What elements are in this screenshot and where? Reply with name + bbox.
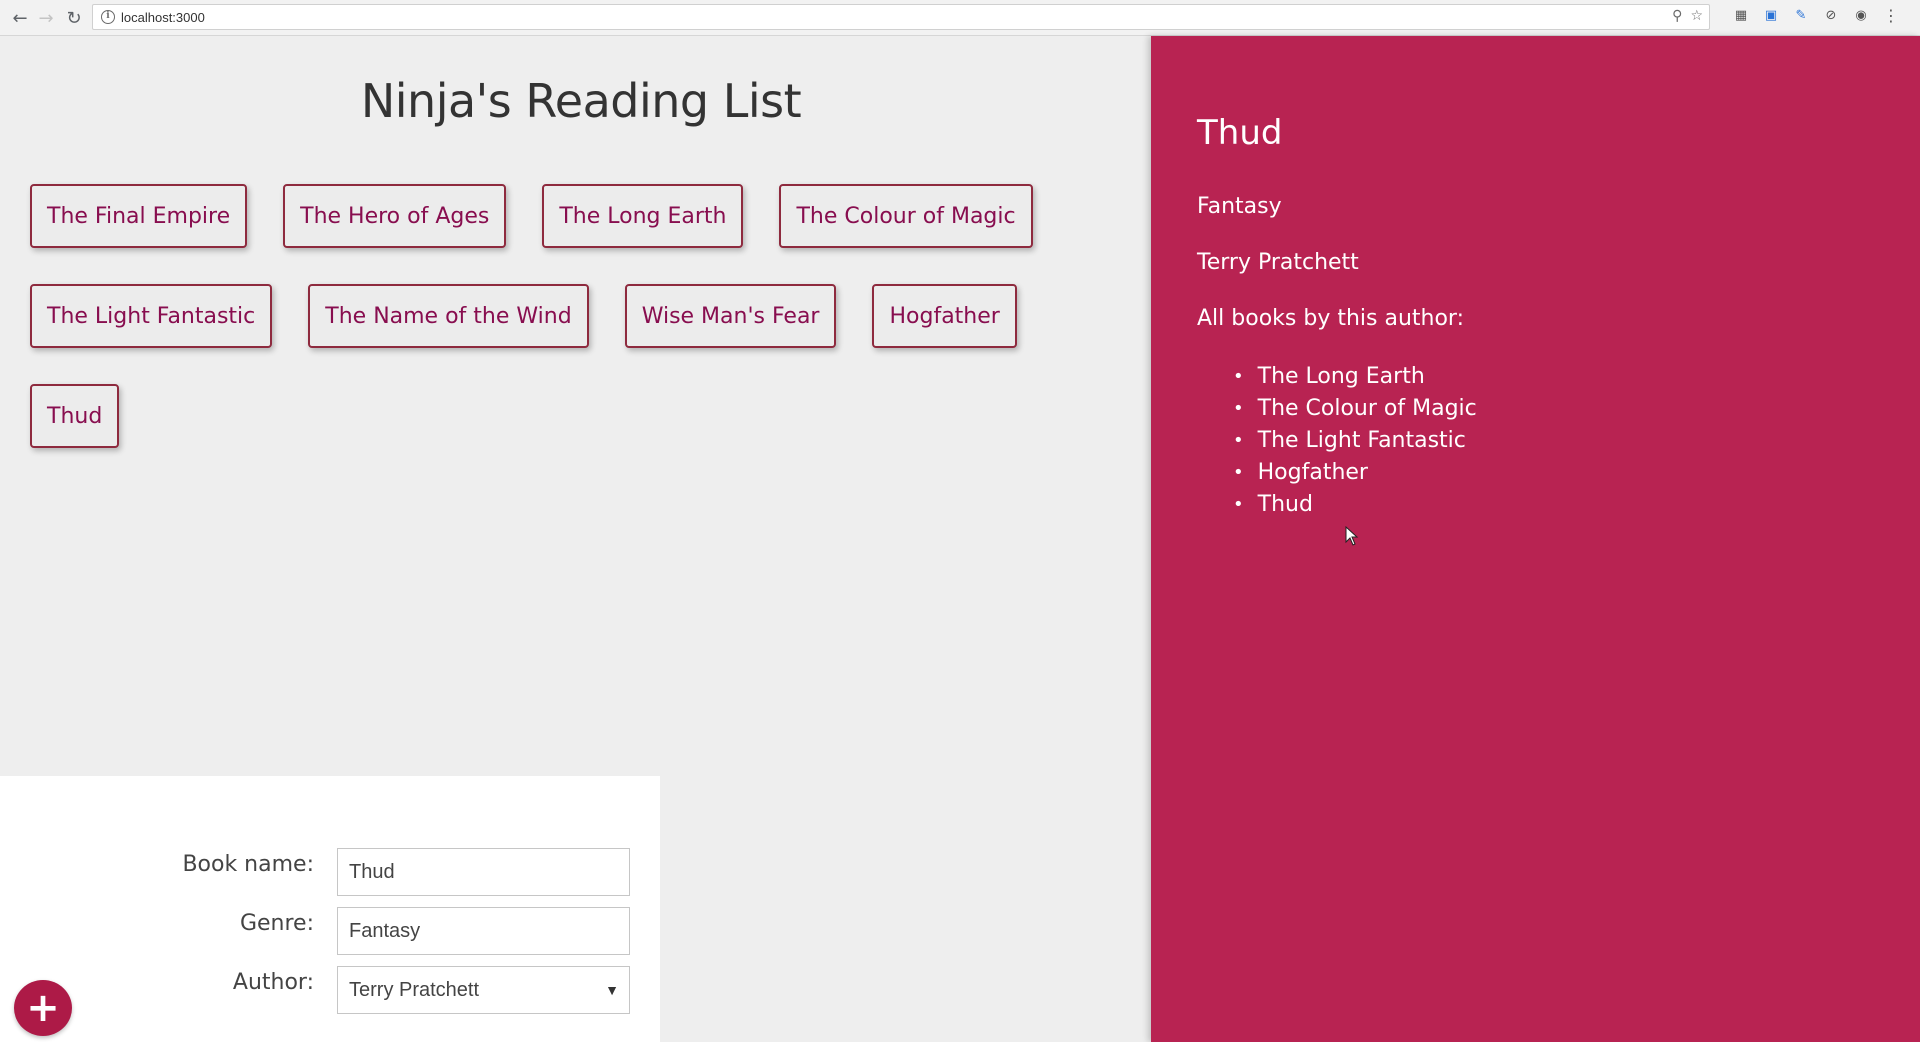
forward-icon[interactable]: →: [32, 4, 60, 32]
book-button[interactable]: The Colour of Magic: [779, 184, 1033, 248]
details-author: Terry Pratchett: [1197, 250, 1359, 275]
book-button[interactable]: The Name of the Wind: [308, 284, 589, 348]
details-all-books-label: All books by this author:: [1197, 306, 1464, 331]
back-icon[interactable]: ←: [6, 4, 34, 32]
extension-on-icon[interactable]: ▣: [1762, 6, 1780, 24]
add-book-form: Book name: Thud Genre: Fantasy Author: T…: [0, 776, 660, 1042]
address-bar[interactable]: i localhost:3000 ⚲ ☆: [92, 4, 1710, 30]
genre-label: Genre:: [239, 911, 314, 936]
browser-menu-icon[interactable]: ⋮: [1882, 6, 1900, 25]
author-book-item: The Colour of Magic: [1233, 392, 1477, 424]
extension-block-icon[interactable]: ⊘: [1822, 6, 1840, 24]
details-genre: Fantasy: [1197, 194, 1282, 219]
book-button[interactable]: The Final Empire: [30, 184, 248, 248]
book-details-panel: Thud Fantasy Terry Pratchett All books b…: [1151, 36, 1920, 1042]
extension-edit-icon[interactable]: ✎: [1792, 6, 1810, 24]
author-book-item: Hogfather: [1233, 456, 1477, 488]
author-label: Author:: [232, 970, 314, 995]
author-book-item: Thud: [1233, 488, 1477, 520]
genre-input[interactable]: Fantasy: [337, 907, 630, 955]
author-book-item: The Light Fantastic: [1233, 424, 1477, 456]
book-name-label: Book name:: [182, 852, 314, 877]
book-button[interactable]: Thud: [30, 384, 120, 448]
book-button[interactable]: The Long Earth: [542, 184, 744, 248]
book-button[interactable]: Hogfather: [872, 284, 1017, 348]
author-select[interactable]: Terry Pratchett ▼: [337, 966, 630, 1014]
details-title: Thud: [1197, 113, 1283, 153]
bookmark-star-icon[interactable]: ☆: [1690, 8, 1703, 24]
reload-icon[interactable]: ↻: [60, 4, 88, 32]
mouse-cursor-icon: [1345, 526, 1359, 546]
zoom-icon[interactable]: ⚲: [1672, 8, 1682, 24]
extension-grid-icon[interactable]: ▦: [1732, 6, 1750, 24]
book-button[interactable]: The Hero of Ages: [283, 184, 507, 248]
chevron-down-icon: ▼: [605, 982, 619, 998]
author-select-value: Terry Pratchett: [349, 978, 480, 1001]
add-book-button[interactable]: +: [14, 980, 72, 1036]
page-title: Ninja's Reading List: [360, 74, 802, 128]
info-icon[interactable]: i: [101, 10, 115, 24]
author-books-list: The Long EarthThe Colour of MagicThe Lig…: [1233, 360, 1477, 520]
book-button[interactable]: Wise Man's Fear: [624, 284, 837, 348]
book-name-field: Book name: Thud: [0, 848, 660, 898]
url-text[interactable]: localhost:3000: [121, 10, 205, 25]
author-book-item: The Long Earth: [1233, 360, 1477, 392]
book-name-input[interactable]: Thud: [337, 848, 630, 896]
browser-toolbar: ← → ↻ i localhost:3000 ⚲ ☆ ▦ ▣ ✎ ⊘ ◉ ⋮: [0, 0, 1920, 36]
book-list: The Final Empire The Hero of Ages The Long…: [30, 184, 1110, 448]
author-field: Author: Terry Pratchett ▼: [0, 966, 660, 1016]
extension-panda-icon[interactable]: ◉: [1852, 6, 1870, 24]
book-button[interactable]: The Light Fantastic: [30, 284, 273, 348]
genre-field: Genre: Fantasy: [0, 907, 660, 957]
